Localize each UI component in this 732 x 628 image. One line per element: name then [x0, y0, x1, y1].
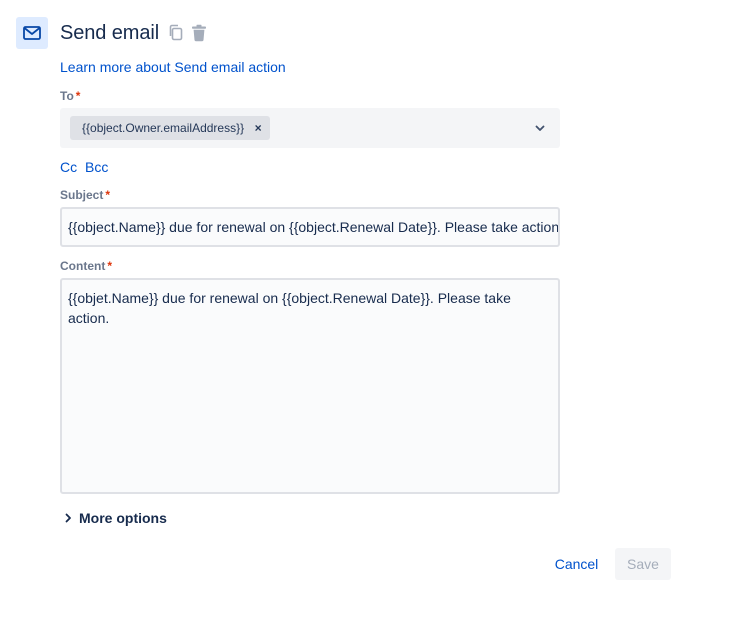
- subject-label-text: Subject: [60, 188, 104, 202]
- content-label: Content *: [60, 258, 112, 274]
- required-marker: *: [75, 89, 81, 103]
- chevron-down-icon[interactable]: [532, 120, 548, 136]
- to-field[interactable]: {{object.Owner.emailAddress}} ×: [60, 108, 560, 148]
- more-options-label: More options: [79, 510, 167, 526]
- to-label: To *: [60, 88, 80, 104]
- required-marker: *: [105, 188, 111, 202]
- subject-label: Subject *: [60, 187, 110, 203]
- learn-more-link[interactable]: Learn more about Send email action: [60, 58, 286, 76]
- content-textarea[interactable]: {{objet.Name}} due for renewal on {{obje…: [60, 278, 560, 494]
- remove-chip-icon[interactable]: ×: [252, 121, 264, 135]
- more-options-toggle[interactable]: More options: [60, 508, 167, 528]
- save-button[interactable]: Save: [615, 548, 671, 580]
- mail-icon: [16, 17, 48, 49]
- copy-icon[interactable]: [166, 23, 186, 43]
- content-label-text: Content: [60, 259, 106, 273]
- recipient-chip-text: {{object.Owner.emailAddress}}: [82, 121, 245, 135]
- subject-input[interactable]: {{object.Name}} due for renewal on {{obj…: [60, 207, 560, 247]
- required-marker: *: [107, 259, 112, 273]
- recipient-chip: {{object.Owner.emailAddress}} ×: [70, 116, 271, 140]
- page-title: Send email: [60, 22, 160, 44]
- trash-icon[interactable]: [189, 23, 209, 43]
- to-label-text: To: [60, 89, 74, 103]
- chevron-right-icon: [60, 510, 76, 526]
- cc-link[interactable]: Cc: [60, 158, 77, 176]
- bcc-link[interactable]: Bcc: [85, 158, 108, 176]
- cancel-button[interactable]: Cancel: [545, 548, 608, 580]
- send-email-action-panel: Send email Learn more about Send email a…: [0, 0, 732, 628]
